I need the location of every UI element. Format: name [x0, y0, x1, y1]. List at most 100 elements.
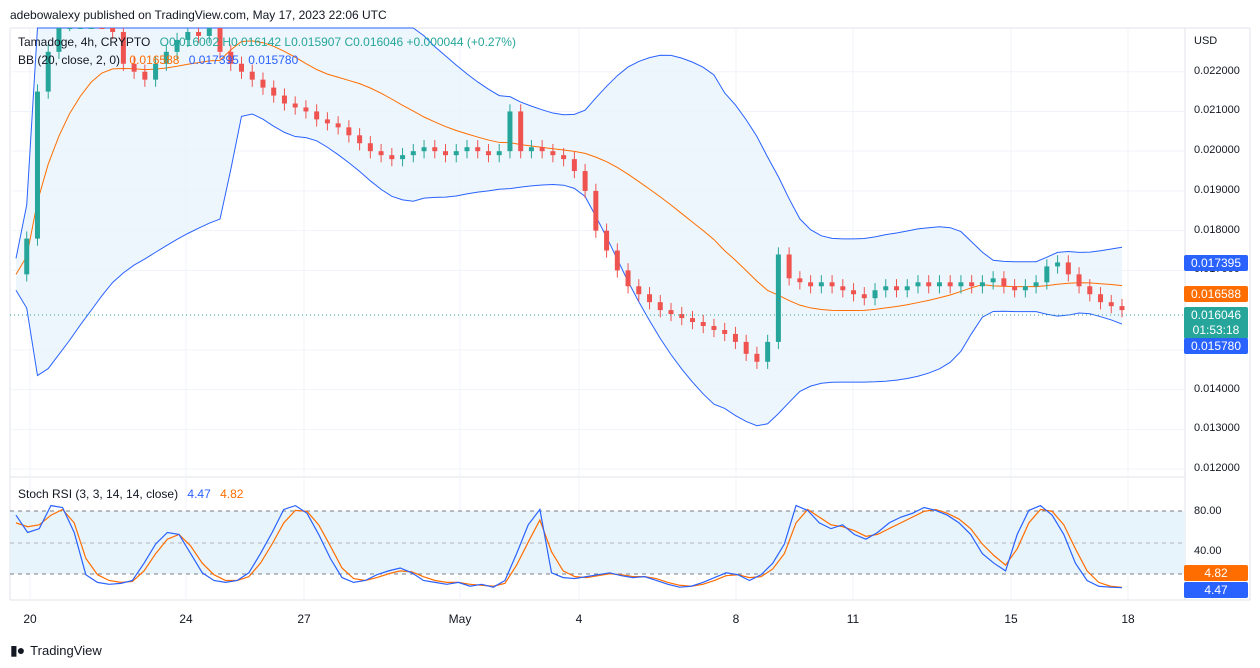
- ohlc-values: O0.016002 H0.016142 L0.015907 C0.016046 …: [159, 35, 516, 49]
- time-tick-label: 11: [846, 612, 860, 626]
- candle-down: [604, 230, 610, 251]
- candle-down: [582, 171, 588, 191]
- candle-up: [765, 341, 771, 362]
- candle-down: [314, 111, 320, 120]
- candle-down: [754, 353, 760, 362]
- candle-up: [421, 147, 427, 152]
- candle-down: [851, 290, 857, 295]
- candle-down: [1012, 286, 1018, 291]
- bb-fill: [16, 28, 1122, 426]
- candle-down: [861, 294, 867, 299]
- candle-up: [24, 238, 30, 275]
- candle-down: [99, 28, 105, 29]
- candle-down: [614, 250, 620, 271]
- candle-down: [593, 190, 599, 231]
- stoch-rsi-legend[interactable]: Stoch RSI (3, 3, 14, 14, close) 4.47 4.8…: [18, 487, 249, 501]
- candle-down: [378, 151, 384, 156]
- candle-down: [271, 87, 277, 96]
- candle-down: [1065, 262, 1071, 275]
- candle-up: [872, 290, 878, 299]
- time-tick-label: 20: [23, 612, 37, 626]
- last-price-tag: 0.016046 01:53:18: [1184, 307, 1248, 339]
- candle-down: [797, 278, 803, 283]
- bb-title: BB (20, close, 2, 0): [18, 53, 121, 67]
- candle-down: [1108, 302, 1114, 307]
- candle-down: [475, 147, 481, 152]
- candle-down: [281, 95, 287, 104]
- candle-down: [346, 127, 352, 136]
- bb-lower-tag: 0.015780: [1184, 338, 1248, 354]
- bollinger-bands: [15, 27, 1123, 427]
- candle-down: [324, 119, 330, 124]
- candle-up: [1055, 262, 1061, 267]
- candle-down: [518, 111, 524, 152]
- candle-down: [539, 147, 545, 152]
- time-tick-label: 18: [1121, 612, 1135, 626]
- price-tick-label: 0.019000: [1194, 183, 1240, 196]
- time-tick-label: 8: [732, 612, 740, 626]
- candle-down: [657, 302, 663, 311]
- candle-down: [840, 286, 846, 291]
- candle-down: [647, 294, 653, 303]
- candle-up: [936, 282, 942, 287]
- tradingview-footer[interactable]: ▮● TradingView: [10, 642, 102, 659]
- bb-legend[interactable]: BB (20, close, 2, 0) 0.016588 0.017395 0…: [18, 53, 304, 67]
- candle-down: [1001, 278, 1007, 287]
- last-price-value: 0.016046: [1190, 308, 1242, 322]
- candle-down: [732, 333, 738, 342]
- candle-up: [818, 282, 824, 287]
- time-tick-label: 27: [297, 612, 311, 626]
- symbol-name: Tamadoge, 4h, CRYPTO: [18, 35, 151, 49]
- candle-down: [636, 286, 642, 295]
- candle-down: [485, 151, 491, 156]
- candle-down: [142, 71, 148, 80]
- candle-down: [292, 103, 298, 108]
- price-tick-label: 0.014000: [1194, 382, 1240, 395]
- candle-down: [679, 314, 685, 319]
- bar-countdown: 01:53:18: [1192, 323, 1240, 337]
- candle-up: [1033, 282, 1039, 287]
- price-tick-label: 0.018000: [1194, 223, 1240, 236]
- candle-down: [367, 143, 373, 152]
- price-tick-label: 0.022000: [1194, 64, 1240, 77]
- candle-down: [550, 151, 556, 156]
- price-tick-label: 0.021000: [1194, 104, 1240, 117]
- time-tick-label: May: [448, 612, 472, 626]
- candle-down: [894, 286, 900, 291]
- candle-up: [1022, 286, 1028, 291]
- candle-up: [496, 151, 502, 156]
- candle-up: [979, 282, 985, 287]
- candle-up: [410, 151, 416, 156]
- time-tick-label: 15: [1004, 612, 1018, 626]
- candle-up: [915, 282, 921, 287]
- candle-up: [88, 28, 94, 29]
- rsi-d-value: 4.82: [220, 487, 244, 501]
- rsi-k-value: 4.47: [187, 487, 211, 501]
- candle-up: [453, 151, 459, 156]
- candle-down: [722, 329, 728, 334]
- candle-down: [432, 147, 438, 152]
- candle-down: [335, 123, 341, 128]
- candle-down: [829, 282, 835, 287]
- bb-upper-value: 0.017395: [188, 53, 239, 67]
- symbol-legend[interactable]: Tamadoge, 4h, CRYPTO O0.016002 H0.016142…: [18, 35, 522, 49]
- bb-lower-value: 0.015780: [248, 53, 299, 67]
- candle-down: [700, 322, 706, 327]
- candle-down: [926, 282, 932, 287]
- candle-up: [958, 282, 964, 287]
- price-tick-label: 0.020000: [1194, 144, 1240, 157]
- candle-up: [1044, 266, 1050, 283]
- candle-up: [400, 155, 406, 160]
- price-tick-label: 0.013000: [1194, 422, 1240, 435]
- time-tick-label: 24: [179, 612, 193, 626]
- price-tick-label: 0.012000: [1194, 462, 1240, 475]
- rsi-k-tag: 4.47: [1184, 582, 1248, 598]
- rsi-title: Stoch RSI (3, 3, 14, 14, close): [18, 487, 179, 501]
- candle-down: [947, 282, 953, 287]
- candle-up: [990, 278, 996, 283]
- candle-down: [668, 310, 674, 315]
- candle-up: [528, 147, 534, 152]
- bb-basis-tag: 0.016588: [1184, 286, 1248, 302]
- candle-down: [1119, 306, 1125, 311]
- candle-up: [464, 147, 470, 152]
